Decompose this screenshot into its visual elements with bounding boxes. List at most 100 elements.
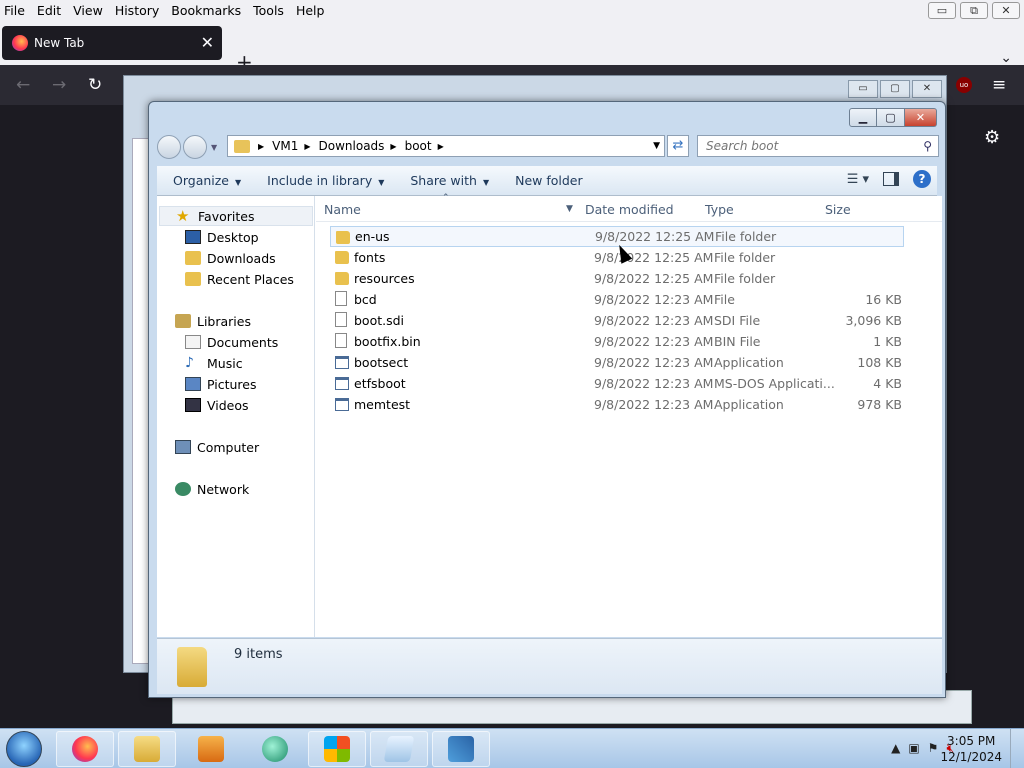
file-row-etfsboot[interactable]: etfsboot 9/8/2022 12:23 AM MS-DOS Applicat… <box>330 373 904 394</box>
installer-icon <box>448 736 474 762</box>
application-icon <box>335 356 349 369</box>
search-box[interactable]: ⚲ <box>697 135 939 157</box>
file-icon <box>335 291 347 306</box>
nav-desktop[interactable]: Desktop <box>185 227 259 247</box>
breadcrumb-vm1[interactable]: VM1 <box>272 139 298 153</box>
search-icon[interactable]: ⚲ <box>923 139 932 153</box>
file-row-boot-sdi[interactable]: boot.sdi 9/8/2022 12:23 AM SDI File 3,096 K… <box>330 310 904 331</box>
menu-file[interactable]: File <box>0 3 31 18</box>
file-row-bootsect[interactable]: bootsect 9/8/2022 12:23 AM Application 108 … <box>330 352 904 373</box>
menu-edit[interactable]: Edit <box>31 3 67 18</box>
organize-button[interactable]: Organize ▼ <box>163 173 251 188</box>
column-size[interactable]: Size <box>825 202 851 217</box>
recent-pages-dropdown-icon[interactable]: ▼ <box>211 143 217 152</box>
taskbar-app[interactable] <box>246 731 304 767</box>
taskbar-installer[interactable] <box>432 731 490 767</box>
menu-help[interactable]: Help <box>290 3 331 18</box>
background-maximize-icon[interactable]: ▢ <box>880 80 910 98</box>
taskbar-media-player[interactable] <box>182 731 240 767</box>
taskbar-firefox[interactable] <box>56 731 114 767</box>
command-bar: Organize ▼ Include in library ▼ Share with… <box>157 166 937 196</box>
help-icon[interactable]: ? <box>913 170 931 188</box>
menu-history[interactable]: History <box>109 3 165 18</box>
taskbar-notepad[interactable] <box>370 731 428 767</box>
breadcrumb-separator-icon[interactable]: ▶ <box>304 142 310 151</box>
file-row-en-us[interactable]: en-us 9/8/2022 12:25 AM File folder <box>330 226 904 247</box>
start-button[interactable] <box>6 731 42 767</box>
address-dropdown-icon[interactable]: ▼ <box>653 141 660 151</box>
minimize-icon[interactable]: ▁ <box>849 108 877 127</box>
ublock-icon[interactable]: uo <box>956 77 972 93</box>
chevron-down-icon[interactable]: ⌄ <box>1000 50 1012 66</box>
clock[interactable]: 3:05 PM 12/1/2024 <box>940 733 1002 765</box>
nav-computer[interactable]: Computer <box>175 437 259 457</box>
close-button[interactable]: ✕ <box>992 2 1020 19</box>
nav-documents[interactable]: Documents <box>185 332 278 352</box>
reload-icon[interactable]: ↻ <box>88 75 102 95</box>
back-arrow-icon[interactable]: ← <box>16 75 30 95</box>
hamburger-menu-icon[interactable]: ≡ <box>992 75 1006 95</box>
back-button[interactable] <box>157 135 181 159</box>
show-hidden-icons-icon[interactable]: ▲ <box>891 741 900 756</box>
show-desktop-button[interactable] <box>1010 729 1024 768</box>
file-icon <box>335 333 347 348</box>
network-icon <box>175 482 191 496</box>
file-row-resources[interactable]: resources 9/8/2022 12:25 AM File folder <box>330 268 904 289</box>
background-close-icon[interactable]: ✕ <box>912 80 942 98</box>
column-name[interactable]: Name <box>324 202 361 217</box>
menu-bookmarks[interactable]: Bookmarks <box>165 3 247 18</box>
share-with-button[interactable]: Share with ▼ <box>400 173 499 188</box>
tab-new-tab[interactable]: New Tab ✕ <box>2 26 222 60</box>
file-row-bcd[interactable]: bcd 9/8/2022 12:23 AM File 16 KB <box>330 289 904 310</box>
background-minimize-icon[interactable]: ▭ <box>848 80 878 98</box>
file-row-memtest[interactable]: memtest 9/8/2022 12:23 AM Application 978 K… <box>330 394 904 415</box>
maximize-icon[interactable]: ▢ <box>877 108 905 127</box>
file-row-bootfix-bin[interactable]: bootfix.bin 9/8/2022 12:23 AM BIN File 1 KB <box>330 331 904 352</box>
action-center-flag-icon[interactable]: ⚑ <box>928 741 939 756</box>
name-column-dropdown-icon[interactable]: ▼ <box>566 204 573 214</box>
file-date: 9/8/2022 12:23 AM <box>594 292 714 307</box>
nav-videos[interactable]: Videos <box>185 395 249 415</box>
file-type: Application <box>714 355 784 370</box>
close-tab-icon[interactable]: ✕ <box>201 33 214 52</box>
taskbar-explorer[interactable] <box>118 731 176 767</box>
breadcrumb-downloads[interactable]: Downloads <box>319 139 385 153</box>
nav-recent-places[interactable]: Recent Places <box>185 269 294 289</box>
nav-music[interactable]: ♪ Music <box>185 353 243 373</box>
menu-view[interactable]: View <box>67 3 109 18</box>
nav-pictures[interactable]: Pictures <box>185 374 257 394</box>
forward-button[interactable] <box>183 135 207 159</box>
folder-icon <box>335 272 349 285</box>
address-bar[interactable]: ▶ VM1 ▶ Downloads ▶ boot ▶ ▼ <box>227 135 665 157</box>
nav-downloads[interactable]: Downloads <box>185 248 276 268</box>
breadcrumb-separator-icon[interactable]: ▶ <box>258 142 264 151</box>
file-name: resources <box>354 271 415 286</box>
preview-pane-icon[interactable] <box>883 172 899 186</box>
settings-gear-icon[interactable]: ⚙ <box>984 127 1000 148</box>
file-name: boot.sdi <box>354 313 405 328</box>
change-view-icon[interactable]: ☰ ▾ <box>847 172 869 187</box>
file-size: 1 KB <box>873 334 902 349</box>
refresh-icon[interactable]: ⇄ <box>667 135 689 157</box>
star-icon: ★ <box>176 207 190 225</box>
taskbar-windows-app[interactable] <box>308 731 366 767</box>
column-date-modified[interactable]: Date modified <box>585 202 674 217</box>
file-date: 9/8/2022 12:23 AM <box>594 397 714 412</box>
forward-arrow-icon[interactable]: → <box>52 75 66 95</box>
column-type[interactable]: Type <box>705 202 734 217</box>
breadcrumb-separator-icon[interactable]: ▶ <box>390 142 396 151</box>
nav-favorites[interactable]: ★ Favorites <box>159 206 313 226</box>
close-icon[interactable]: ✕ <box>905 108 937 127</box>
breadcrumb-separator-icon[interactable]: ▶ <box>438 142 444 151</box>
menu-tools[interactable]: Tools <box>247 3 290 18</box>
file-type: File folder <box>714 271 776 286</box>
nav-libraries[interactable]: Libraries <box>175 311 251 331</box>
restore-button[interactable]: ⧉ <box>960 2 988 19</box>
search-input[interactable] <box>706 139 906 153</box>
nav-network[interactable]: Network <box>175 479 249 499</box>
minimize-button[interactable]: ▭ <box>928 2 956 19</box>
breadcrumb-boot[interactable]: boot <box>405 139 432 153</box>
new-folder-button[interactable]: New folder <box>505 173 593 188</box>
include-in-library-button[interactable]: Include in library ▼ <box>257 173 394 188</box>
network-tray-icon[interactable]: ▣ <box>908 741 919 756</box>
